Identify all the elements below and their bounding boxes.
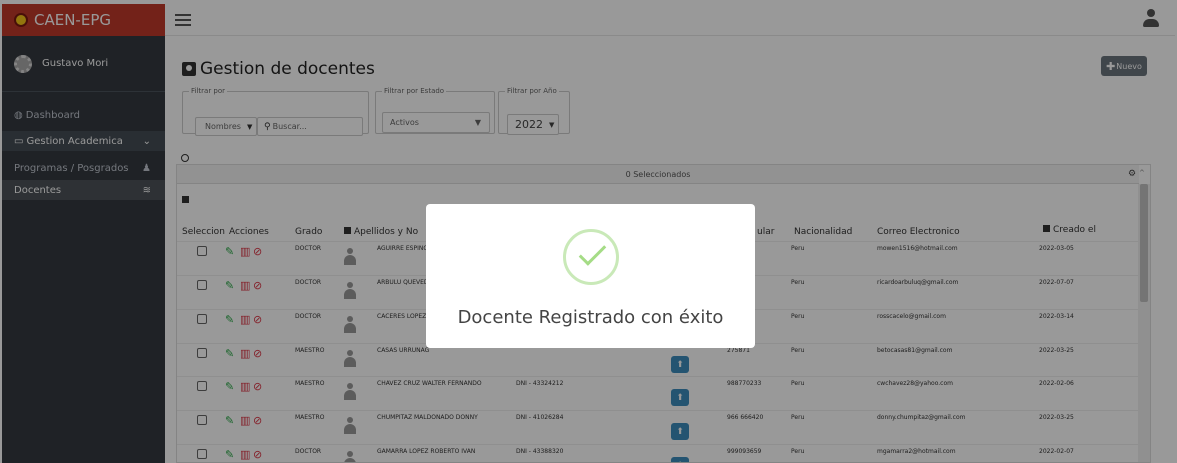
success-modal: Docente Registrado con éxito xyxy=(426,204,755,348)
modal-message: Docente Registrado con éxito xyxy=(457,307,724,328)
success-check-icon xyxy=(563,229,619,285)
